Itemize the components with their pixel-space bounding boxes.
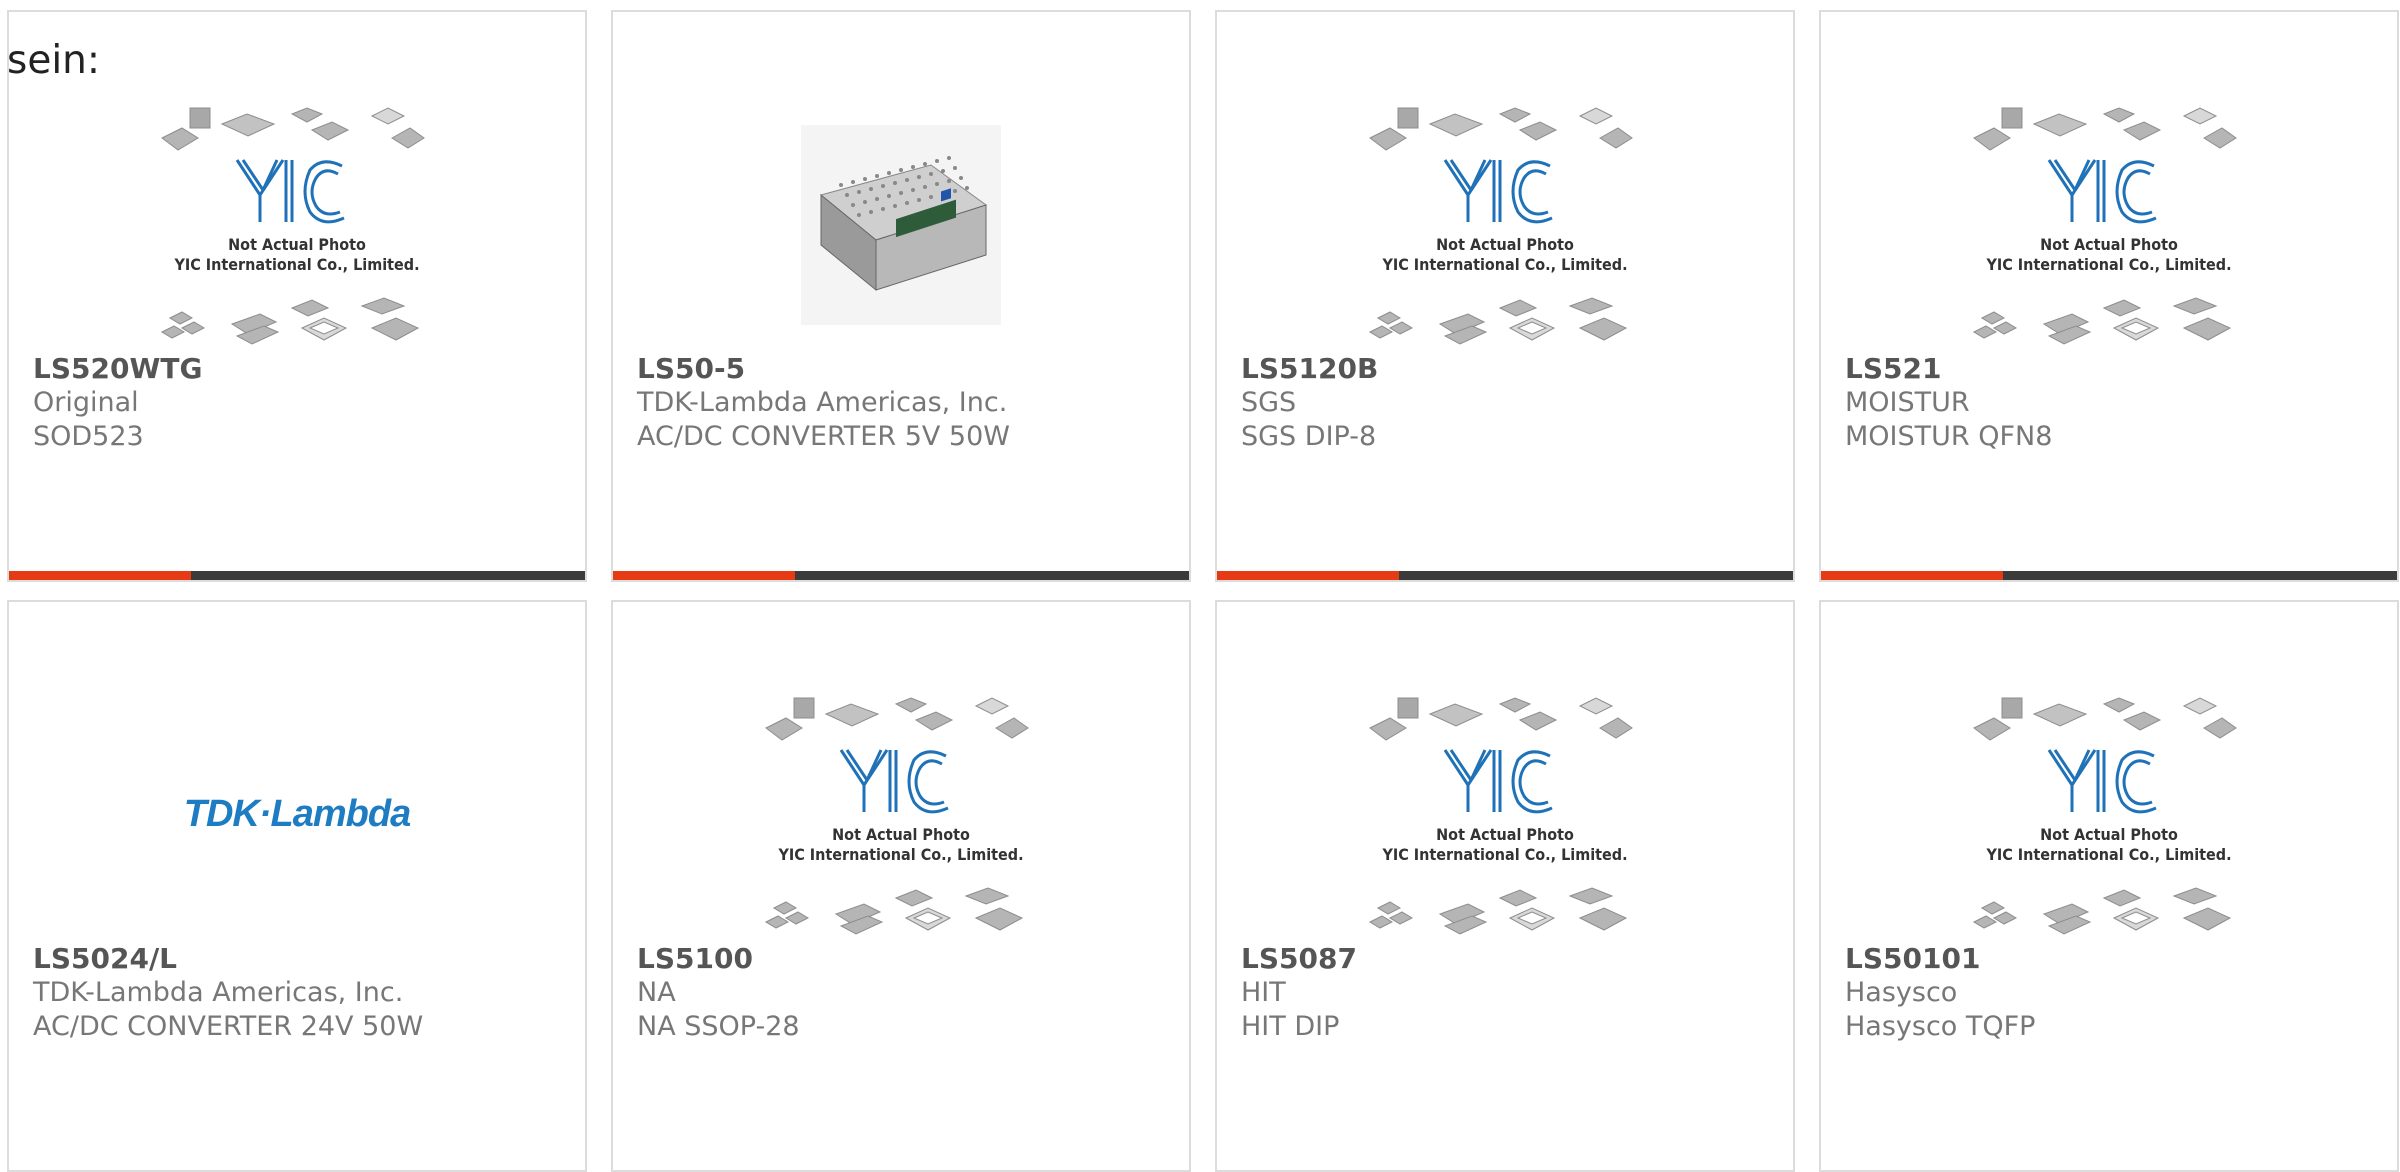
product-image[interactable]: Not Actual Photo YIC International Co., … [1821,92,2397,357]
description: HIT DIP [1241,1011,1340,1042]
card-accent-bar [613,571,795,580]
manufacturer: Original [33,387,139,418]
manufacturer: NA [637,977,676,1008]
product-info: LS5024/L TDK-Lambda Americas, Inc. AC/DC… [33,942,423,1044]
placeholder-caption-2: YIC International Co., Limited. [1985,845,2231,864]
part-number[interactable]: LS50101 [1845,942,2035,976]
card-bottom-bar [1217,571,1793,580]
product-card[interactable]: Not Actual Photo YIC International Co., … [7,10,587,582]
product-card[interactable]: TDK·Lambda LS5024/L TDK-Lambda Americas,… [7,600,587,1172]
manufacturer: Hasysco [1845,977,1958,1008]
manufacturer: SGS [1241,387,1297,418]
product-image[interactable]: Not Actual Photo YIC International Co., … [1217,92,1793,357]
product-info: LS50-5 TDK-Lambda Americas, Inc. AC/DC C… [637,352,1010,454]
product-card[interactable]: Not Actual Photo YIC International Co., … [1819,10,2399,582]
placeholder-caption-2: YIC International Co., Limited. [1381,845,1627,864]
card-accent-bar [1217,571,1399,580]
product-info: LS520WTG Original SOD523 [33,352,202,454]
placeholder-image: Not Actual Photo YIC International Co., … [764,696,1029,935]
product-image[interactable] [613,92,1189,357]
product-card[interactable]: Not Actual Photo YIC International Co., … [611,600,1191,1172]
placeholder-image: Not Actual Photo YIC International Co., … [1972,106,2237,345]
product-info: LS5100 NA NA SSOP-28 [637,942,800,1044]
placeholder-caption-2: YIC International Co., Limited. [1381,255,1627,274]
placeholder-caption-1: Not Actual Photo [2040,825,2178,844]
description: SGS DIP-8 [1241,421,1377,452]
card-accent-bar [1821,571,2003,580]
description: NA SSOP-28 [637,1011,800,1042]
manufacturer: HIT [1241,977,1286,1008]
part-number[interactable]: LS5120B [1241,352,1378,386]
product-card[interactable]: Not Actual Photo YIC International Co., … [1215,10,1795,582]
part-number[interactable]: LS5024/L [33,942,423,976]
placeholder-caption-1: Not Actual Photo [832,825,970,844]
placeholder-image: Not Actual Photo YIC International Co., … [160,106,425,345]
product-image[interactable]: Not Actual Photo YIC International Co., … [1217,682,1793,947]
product-info: LS521 MOISTUR MOISTUR QFN8 [1845,352,2052,454]
manufacturer: TDK-Lambda Americas, Inc. [637,387,1008,418]
product-image[interactable]: Not Actual Photo YIC International Co., … [1821,682,2397,947]
product-card[interactable]: Not Actual Photo YIC International Co., … [1215,600,1795,1172]
lead-text: sein: [7,38,101,83]
manufacturer: MOISTUR [1845,387,1970,418]
part-number[interactable]: LS5100 [637,942,800,976]
product-image[interactable]: Not Actual Photo YIC International Co., … [613,682,1189,947]
part-number[interactable]: LS50-5 [637,352,1010,386]
placeholder-image: Not Actual Photo YIC International Co., … [1972,696,2237,935]
product-image[interactable]: Not Actual Photo YIC International Co., … [9,92,585,357]
description: SOD523 [33,421,144,452]
manufacturer: TDK-Lambda Americas, Inc. [33,977,404,1008]
card-bottom-bar [1821,571,2397,580]
placeholder-caption-2: YIC International Co., Limited. [173,255,419,274]
placeholder-caption-1: Not Actual Photo [1436,235,1574,254]
product-info: LS50101 Hasysco Hasysco TQFP [1845,942,2035,1044]
placeholder-caption-1: Not Actual Photo [228,235,366,254]
placeholder-image: Not Actual Photo YIC International Co., … [1368,696,1633,935]
part-number[interactable]: LS520WTG [33,352,202,386]
card-accent-bar [9,571,191,580]
part-number[interactable]: LS5087 [1241,942,1357,976]
part-number[interactable]: LS521 [1845,352,2052,386]
power-supply-photo [801,124,1001,325]
product-info: LS5120B SGS SGS DIP-8 [1241,352,1378,454]
placeholder-caption-2: YIC International Co., Limited. [1985,255,2231,274]
description: AC/DC CONVERTER 24V 50W [33,1011,424,1042]
placeholder-caption-1: Not Actual Photo [2040,235,2178,254]
placeholder-caption-1: Not Actual Photo [1436,825,1574,844]
card-bottom-bar [9,571,585,580]
product-card[interactable]: Not Actual Photo YIC International Co., … [1819,600,2399,1172]
description: MOISTUR QFN8 [1845,421,2053,452]
card-bottom-bar [613,571,1189,580]
description: AC/DC CONVERTER 5V 50W [637,421,1010,452]
description: Hasysco TQFP [1845,1011,2036,1042]
product-image[interactable]: TDK·Lambda [9,682,585,947]
placeholder-caption-2: YIC International Co., Limited. [777,845,1023,864]
product-card[interactable]: LS50-5 TDK-Lambda Americas, Inc. AC/DC C… [611,10,1191,582]
product-info: LS5087 HIT HIT DIP [1241,942,1357,1044]
tdk-lambda-logo: TDK·Lambda [183,793,411,835]
placeholder-image: Not Actual Photo YIC International Co., … [1368,106,1633,345]
